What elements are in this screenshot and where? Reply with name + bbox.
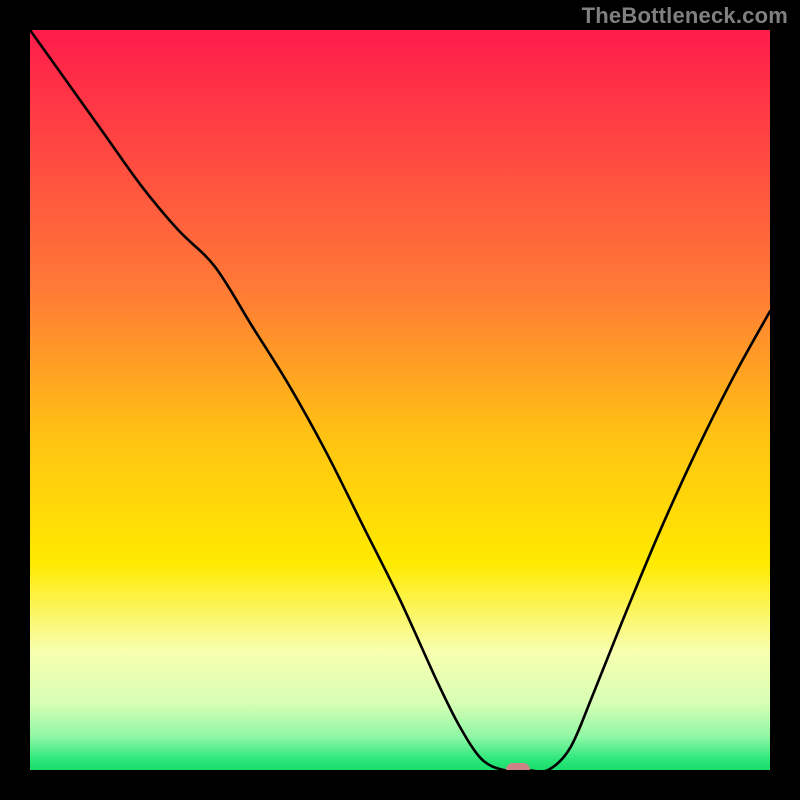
plot-area [30,30,770,770]
optimal-point-marker [506,763,530,770]
bottleneck-curve [30,30,770,770]
chart-frame: TheBottleneck.com [0,0,800,800]
watermark-text: TheBottleneck.com [582,3,788,29]
